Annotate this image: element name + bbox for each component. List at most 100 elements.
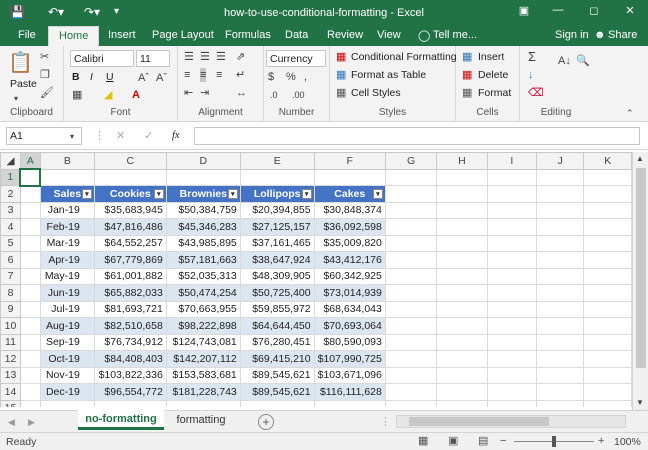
row-header[interactable]: 5 xyxy=(0,234,21,252)
sales-value-cell[interactable]: $43,412,176 xyxy=(313,251,386,269)
cell[interactable] xyxy=(436,317,488,335)
cell[interactable] xyxy=(19,399,41,407)
cell[interactable] xyxy=(486,350,538,368)
sign-in-link[interactable]: Sign in xyxy=(555,29,589,41)
sales-value-cell[interactable]: $36,092,598 xyxy=(313,218,386,236)
sales-value-cell[interactable]: $45,346,283 xyxy=(165,218,241,236)
comma-icon[interactable]: , xyxy=(304,70,307,84)
insert-cells-button[interactable]: Insert xyxy=(478,51,504,63)
tab-page-layout[interactable]: Page Layout xyxy=(152,29,214,41)
cell[interactable] xyxy=(384,284,438,302)
scroll-down-icon[interactable]: ▼ xyxy=(636,396,644,410)
cell[interactable] xyxy=(536,350,585,368)
cell[interactable] xyxy=(165,399,241,407)
name-box-dropdown-icon[interactable]: ▾ xyxy=(70,130,74,144)
cell[interactable] xyxy=(583,366,632,384)
cell[interactable] xyxy=(536,201,585,219)
h-scroll-thumb[interactable] xyxy=(409,417,549,426)
cell[interactable] xyxy=(583,234,632,252)
cell[interactable] xyxy=(486,317,538,335)
cell[interactable] xyxy=(436,284,488,302)
cell[interactable] xyxy=(536,168,585,186)
row-header[interactable]: 11 xyxy=(0,333,21,351)
cell[interactable] xyxy=(536,333,585,351)
italic-button[interactable]: I xyxy=(90,71,93,83)
cell[interactable] xyxy=(536,399,585,407)
cell[interactable] xyxy=(384,168,438,186)
sales-value-cell[interactable]: $35,683,945 xyxy=(93,201,167,219)
worksheet-grid[interactable]: ◢ A B C D E F G H I J K 1 2 Sales ▾ Cookies ▾… xyxy=(0,152,632,407)
sales-value-cell[interactable]: $70,663,955 xyxy=(165,300,241,318)
font-size-box[interactable]: 11 xyxy=(136,50,170,67)
cell[interactable] xyxy=(19,383,41,401)
paste-button[interactable]: Paste xyxy=(10,78,37,90)
cell[interactable] xyxy=(19,350,41,368)
filter-dropdown-icon[interactable]: ▾ xyxy=(372,189,383,199)
cell[interactable] xyxy=(536,366,585,384)
cell[interactable] xyxy=(19,284,41,302)
cell[interactable] xyxy=(436,300,488,318)
tab-formulas[interactable]: Formulas xyxy=(225,29,271,41)
row-header[interactable]: 7 xyxy=(0,267,21,285)
horizontal-scrollbar[interactable] xyxy=(396,415,626,428)
cell[interactable] xyxy=(239,168,315,186)
cell[interactable] xyxy=(384,399,438,407)
cell[interactable] xyxy=(436,251,488,269)
cell[interactable] xyxy=(313,399,386,407)
cell[interactable] xyxy=(536,218,585,236)
sales-value-cell[interactable]: $43,985,895 xyxy=(165,234,241,252)
paste-icon[interactable]: 📋 xyxy=(8,50,33,76)
delete-cells-button[interactable]: Delete xyxy=(478,69,508,81)
month-cell[interactable]: Aug-19 xyxy=(39,317,95,335)
align-middle-icon[interactable]: ☰ xyxy=(200,50,210,64)
row-header[interactable]: 10 xyxy=(0,317,21,335)
align-center-icon[interactable]: ≡ xyxy=(200,68,207,82)
decrease-decimal-icon[interactable]: .00 xyxy=(292,88,305,102)
sales-value-cell[interactable]: $68,634,043 xyxy=(313,300,386,318)
next-sheet-icon[interactable]: ▶ xyxy=(28,415,35,429)
sales-value-cell[interactable]: $67,779,869 xyxy=(93,251,167,269)
cell[interactable] xyxy=(436,168,488,186)
sales-value-cell[interactable]: $57,181,663 xyxy=(165,251,241,269)
sales-value-cell[interactable]: $96,554,772 xyxy=(93,383,167,401)
increase-indent-icon[interactable]: ⇥ xyxy=(200,86,209,100)
month-cell[interactable]: Jun-19 xyxy=(39,284,95,302)
cell[interactable] xyxy=(436,185,488,203)
paste-dropdown-icon[interactable]: ▾ xyxy=(14,92,18,106)
align-top-icon[interactable]: ☰ xyxy=(184,50,194,64)
sales-value-cell[interactable]: $30,848,374 xyxy=(313,201,386,219)
cell[interactable] xyxy=(583,399,632,407)
decrease-indent-icon[interactable]: ⇤ xyxy=(184,86,193,100)
column-header[interactable]: A xyxy=(19,152,41,170)
sales-value-cell[interactable]: $20,394,855 xyxy=(239,201,315,219)
sort-filter-icon[interactable]: A↓ xyxy=(558,54,571,68)
sales-value-cell[interactable]: $82,510,658 xyxy=(93,317,167,335)
zoom-slider-handle[interactable] xyxy=(552,436,556,447)
sales-value-cell[interactable]: $50,384,759 xyxy=(165,201,241,219)
sales-value-cell[interactable]: $80,590,093 xyxy=(313,333,386,351)
confirm-entry-icon[interactable]: ✓ xyxy=(144,129,153,143)
orientation-icon[interactable]: ⇗ xyxy=(236,50,245,64)
cell[interactable] xyxy=(165,168,241,186)
format-cells-button[interactable]: Format xyxy=(478,87,511,99)
column-header[interactable]: J xyxy=(536,152,585,170)
table-header-cell[interactable]: Cakes ▾ xyxy=(313,185,386,203)
cell[interactable] xyxy=(384,251,438,269)
tab-review[interactable]: Review xyxy=(327,29,363,41)
column-header[interactable]: I xyxy=(486,152,538,170)
decrease-font-icon[interactable]: Aˇ xyxy=(156,71,167,85)
cell-styles-button[interactable]: Cell Styles xyxy=(351,87,401,99)
cell[interactable] xyxy=(583,201,632,219)
ribbon-options-icon[interactable]: ▣ xyxy=(514,4,534,20)
cell[interactable] xyxy=(384,201,438,219)
month-cell[interactable]: Sep-19 xyxy=(39,333,95,351)
format-as-table-button[interactable]: Format as Table xyxy=(351,69,426,81)
sales-value-cell[interactable]: $61,001,882 xyxy=(93,267,167,285)
cell[interactable] xyxy=(486,201,538,219)
sales-value-cell[interactable]: $84,408,403 xyxy=(93,350,167,368)
cell[interactable] xyxy=(384,234,438,252)
cell[interactable] xyxy=(436,234,488,252)
cell[interactable] xyxy=(536,234,585,252)
cell[interactable] xyxy=(384,300,438,318)
cell[interactable] xyxy=(436,399,488,407)
